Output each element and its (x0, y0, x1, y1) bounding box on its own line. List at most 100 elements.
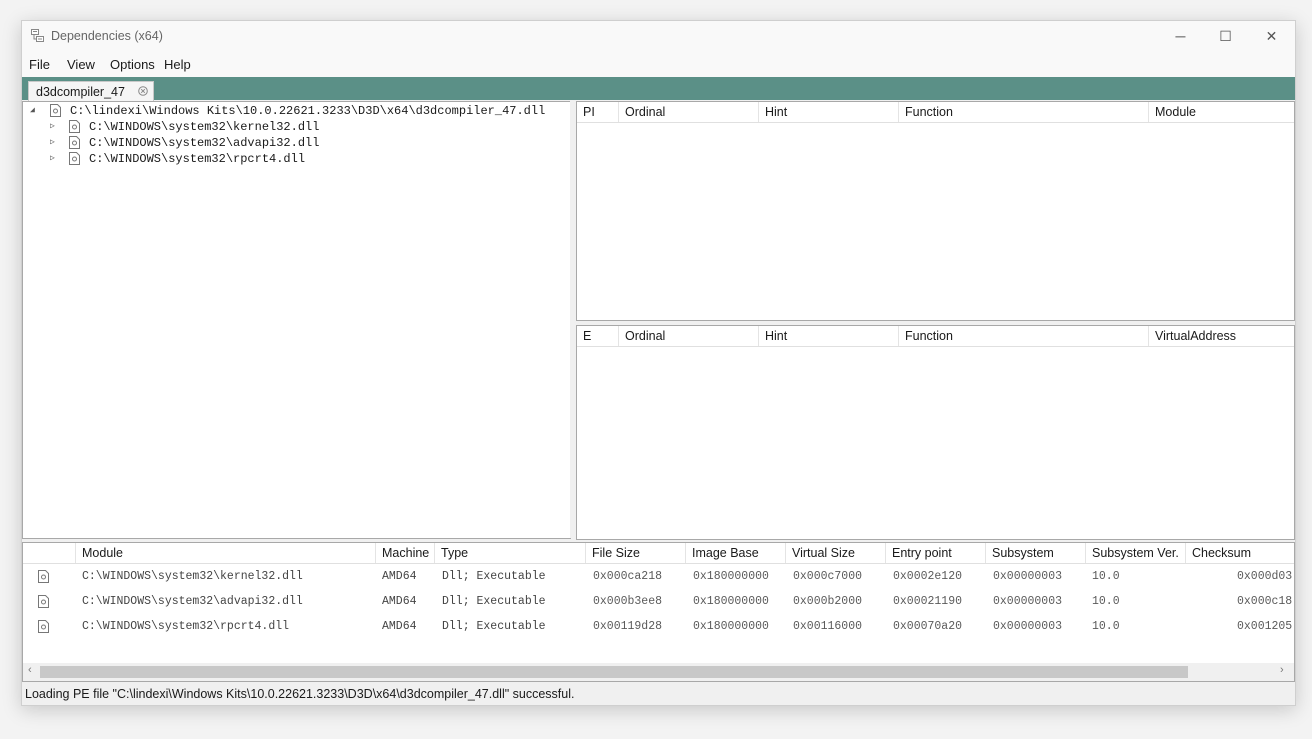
column-header-module[interactable]: Module (76, 543, 376, 563)
cell-file-size: 0x00119d28 (593, 620, 663, 633)
menu-bar: File View Options Help (22, 51, 1295, 77)
column-header-module[interactable]: Module (1149, 102, 1294, 122)
tree-node[interactable]: ▷ C:\WINDOWS\system32\advapi32.dll (23, 135, 563, 151)
status-bar: Loading PE file "C:\lindexi\Windows Kits… (22, 682, 1295, 705)
document-tab-strip: d3dcompiler_47 (22, 77, 1295, 101)
cell-entry-point: 0x00070a20 (893, 620, 963, 633)
imports-header: PI Ordinal Hint Function Module (577, 102, 1294, 123)
column-header-checksum[interactable]: Checksum (1186, 543, 1294, 563)
column-header-ordinal[interactable]: Ordinal (619, 102, 759, 122)
cell-type: Dll; Executable (442, 595, 546, 608)
column-header-machine[interactable]: Machine (376, 543, 435, 563)
dll-file-icon (69, 152, 80, 165)
cell-virtual-size: 0x000c7000 (793, 570, 863, 583)
cell-virtual-size: 0x000b2000 (793, 595, 863, 608)
cell-entry-point: 0x00021190 (893, 595, 963, 608)
cell-file-size: 0x000b3ee8 (593, 595, 663, 608)
tree-node[interactable]: ▷ C:\WINDOWS\system32\rpcrt4.dll (23, 151, 563, 167)
title-bar[interactable]: Dependencies (x64) ─ ☐ ✕ (22, 21, 1295, 51)
menu-options[interactable]: Options (110, 57, 155, 72)
cell-module: C:\WINDOWS\system32\rpcrt4.dll (82, 620, 290, 633)
table-row[interactable]: C:\WINDOWS\system32\kernel32.dll AMD64 D… (23, 565, 1294, 590)
column-header-image-base[interactable]: Image Base (686, 543, 786, 563)
cell-checksum: 0x000d03 (1237, 570, 1293, 583)
exports-grid[interactable]: E Ordinal Hint Function VirtualAddress (576, 325, 1295, 540)
cell-type: Dll; Executable (442, 620, 546, 633)
dll-file-icon (69, 120, 80, 133)
column-header-entry-point[interactable]: Entry point (886, 543, 986, 563)
cell-type: Dll; Executable (442, 570, 546, 583)
column-header-pi[interactable]: PI (577, 102, 619, 122)
column-header-ordinal[interactable]: Ordinal (619, 326, 759, 346)
cell-machine: AMD64 (382, 570, 417, 583)
cell-subsystem-ver: 10.0 (1092, 595, 1120, 608)
cell-subsystem: 0x00000003 (993, 595, 1063, 608)
scroll-right-icon[interactable]: › (1280, 664, 1284, 676)
cell-file-size: 0x000ca218 (593, 570, 663, 583)
column-header-type[interactable]: Type (435, 543, 586, 563)
cell-subsystem: 0x00000003 (993, 620, 1063, 633)
dll-file-icon (38, 620, 49, 633)
status-text: Loading PE file "C:\lindexi\Windows Kits… (25, 687, 575, 701)
column-header-virtual-address[interactable]: VirtualAddress (1149, 326, 1294, 346)
cell-virtual-size: 0x00116000 (793, 620, 863, 633)
cell-checksum: 0x001205 (1237, 620, 1293, 633)
tree-node-label: C:\WINDOWS\system32\rpcrt4.dll (89, 152, 306, 166)
column-header-file-size[interactable]: File Size (586, 543, 686, 563)
tree-node[interactable]: ▷ C:\WINDOWS\system32\kernel32.dll (23, 119, 563, 135)
column-header-icon[interactable] (23, 543, 76, 563)
cell-image-base: 0x180000000 (693, 595, 769, 608)
cell-subsystem-ver: 10.0 (1092, 620, 1120, 633)
close-circle-icon[interactable] (138, 86, 148, 96)
tab-label: d3dcompiler_47 (36, 85, 125, 99)
dependency-tree[interactable]: ◢ C:\lindexi\Windows Kits\10.0.22621.323… (22, 101, 571, 539)
tree-node-label: C:\lindexi\Windows Kits\10.0.22621.3233\… (70, 104, 546, 118)
scrollbar-thumb[interactable] (40, 666, 1188, 678)
window-title: Dependencies (x64) (51, 29, 163, 43)
column-header-hint[interactable]: Hint (759, 326, 899, 346)
table-row[interactable]: C:\WINDOWS\system32\advapi32.dll AMD64 D… (23, 590, 1294, 615)
dll-file-icon (69, 136, 80, 149)
collapsed-arrow-icon[interactable]: ▷ (50, 151, 60, 167)
exports-header: E Ordinal Hint Function VirtualAddress (577, 326, 1294, 347)
imports-grid[interactable]: PI Ordinal Hint Function Module (576, 101, 1295, 321)
scroll-left-icon[interactable]: ‹ (28, 664, 32, 676)
menu-file[interactable]: File (29, 57, 50, 72)
dll-file-icon (38, 570, 49, 583)
minimize-button[interactable]: ─ (1158, 21, 1203, 51)
collapsed-arrow-icon[interactable]: ▷ (50, 135, 60, 151)
tab-d3dcompiler[interactable]: d3dcompiler_47 (28, 81, 154, 101)
cell-subsystem-ver: 10.0 (1092, 570, 1120, 583)
table-row[interactable]: C:\WINDOWS\system32\rpcrt4.dll AMD64 Dll… (23, 615, 1294, 640)
app-window: Dependencies (x64) ─ ☐ ✕ File View Optio… (21, 20, 1296, 706)
cell-image-base: 0x180000000 (693, 570, 769, 583)
column-header-function[interactable]: Function (899, 326, 1149, 346)
cell-checksum: 0x000c18 (1237, 595, 1293, 608)
column-header-function[interactable]: Function (899, 102, 1149, 122)
column-header-virtual-size[interactable]: Virtual Size (786, 543, 886, 563)
cell-module: C:\WINDOWS\system32\advapi32.dll (82, 595, 303, 608)
tree-node-root[interactable]: ◢ C:\lindexi\Windows Kits\10.0.22621.323… (23, 103, 563, 119)
dependencies-app-icon (31, 29, 44, 42)
expanded-arrow-icon[interactable]: ◢ (30, 103, 40, 119)
collapsed-arrow-icon[interactable]: ▷ (50, 119, 60, 135)
column-header-subsystem[interactable]: Subsystem (986, 543, 1086, 563)
column-header-hint[interactable]: Hint (759, 102, 899, 122)
cell-subsystem: 0x00000003 (993, 570, 1063, 583)
cell-entry-point: 0x0002e120 (893, 570, 963, 583)
cell-module: C:\WINDOWS\system32\kernel32.dll (82, 570, 303, 583)
tree-node-label: C:\WINDOWS\system32\kernel32.dll (89, 120, 320, 134)
cell-machine: AMD64 (382, 620, 417, 633)
menu-help[interactable]: Help (164, 57, 191, 72)
column-header-subsystem-ver[interactable]: Subsystem Ver. (1086, 543, 1186, 563)
maximize-button[interactable]: ☐ (1203, 21, 1248, 51)
cell-machine: AMD64 (382, 595, 417, 608)
column-header-e[interactable]: E (577, 326, 619, 346)
close-button[interactable]: ✕ (1249, 21, 1294, 51)
horizontal-scrollbar[interactable]: ‹ › (22, 663, 1295, 682)
menu-view[interactable]: View (67, 57, 95, 72)
dll-file-icon (38, 595, 49, 608)
tree-node-label: C:\WINDOWS\system32\advapi32.dll (89, 136, 320, 150)
cell-image-base: 0x180000000 (693, 620, 769, 633)
modules-header: Module Machine Type File Size Image Base… (23, 543, 1294, 564)
